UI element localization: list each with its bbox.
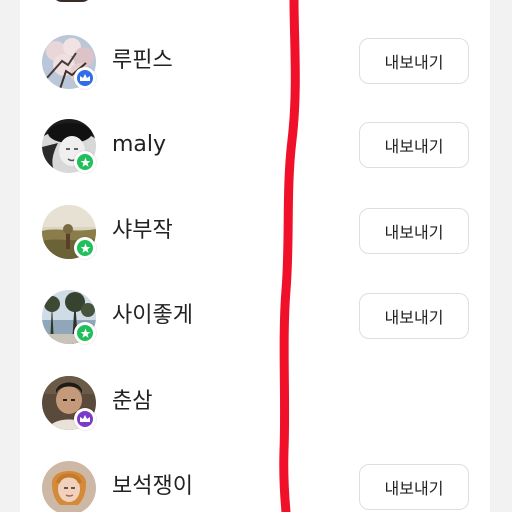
follower-row: 사이좋게 내보내기 [20, 284, 490, 348]
badge [74, 322, 96, 344]
crown-icon [77, 70, 93, 86]
follower-row: 루핀스 내보내기 [20, 29, 490, 93]
follower-name: maly [112, 132, 167, 157]
follower-row: 샤부작 내보내기 [20, 199, 490, 263]
follower-row: maly 내보내기 [20, 113, 490, 177]
export-button[interactable]: 내보내기 [359, 122, 469, 168]
follower-row: 보석쟁이 내보내기 [20, 455, 490, 512]
export-button[interactable]: 내보내기 [359, 464, 469, 510]
star-icon [77, 240, 93, 256]
crown-icon [77, 411, 93, 427]
export-button[interactable]: 내보내기 [359, 293, 469, 339]
follower-name: 루핀스 [112, 48, 173, 73]
star-icon [77, 325, 93, 341]
follower-name: 샤부작 [112, 218, 173, 243]
badge [74, 237, 96, 259]
follower-name: 사이좋게 [112, 303, 193, 328]
export-button[interactable]: 내보내기 [359, 208, 469, 254]
follower-row: 춘삼 [20, 370, 490, 434]
star-icon [77, 154, 93, 170]
avatar[interactable] [42, 461, 96, 512]
export-button[interactable]: 내보내기 [359, 38, 469, 84]
badge [74, 151, 96, 173]
badge [74, 67, 96, 89]
follower-name: 춘삼 [112, 389, 153, 414]
follower-name: 보석쟁이 [112, 474, 193, 499]
follower-list-screen: 루핀스 내보내기 maly 내보내기 샤부작 내보내기 사이좋게 내보내기 춘삼… [0, 0, 512, 512]
badge [74, 408, 96, 430]
